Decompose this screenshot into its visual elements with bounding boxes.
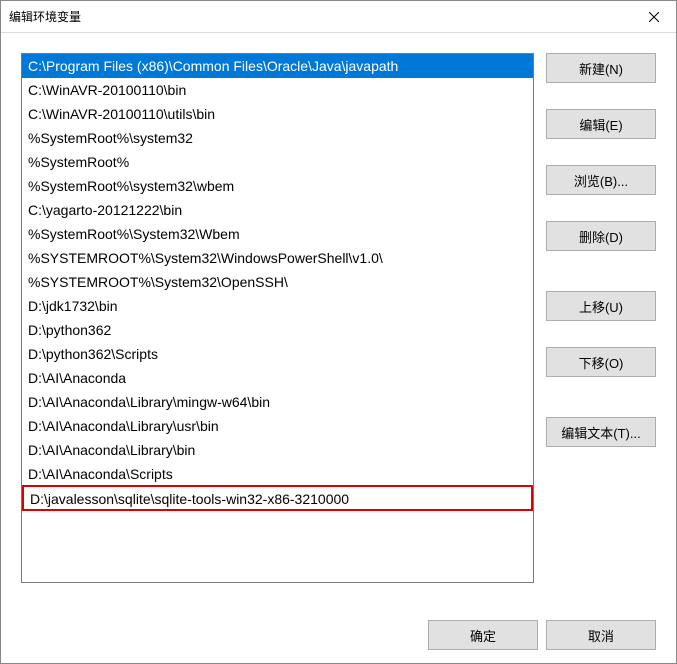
browse-button[interactable]: 浏览(B)... bbox=[546, 165, 656, 195]
close-button[interactable] bbox=[631, 1, 676, 32]
dialog-window: 编辑环境变量 C:\Program Files (x86)\Common Fil… bbox=[0, 0, 677, 664]
ok-button[interactable]: 确定 bbox=[428, 620, 538, 650]
list-item[interactable]: D:\javalesson\sqlite\sqlite-tools-win32-… bbox=[22, 485, 533, 511]
list-item[interactable]: C:\yagarto-20121222\bin bbox=[22, 198, 533, 222]
list-item[interactable]: D:\AI\Anaconda\Scripts bbox=[22, 462, 533, 486]
list-item[interactable]: D:\python362 bbox=[22, 318, 533, 342]
list-item[interactable]: D:\AI\Anaconda\Library\bin bbox=[22, 438, 533, 462]
list-item[interactable]: %SystemRoot%\system32\wbem bbox=[22, 174, 533, 198]
list-item[interactable]: C:\WinAVR-20100110\bin bbox=[22, 78, 533, 102]
dialog-content: C:\Program Files (x86)\Common Files\Orac… bbox=[1, 33, 676, 607]
list-item[interactable]: D:\AI\Anaconda\Library\usr\bin bbox=[22, 414, 533, 438]
list-item[interactable]: D:\AI\Anaconda\Library\mingw-w64\bin bbox=[22, 390, 533, 414]
list-item[interactable]: %SystemRoot% bbox=[22, 150, 533, 174]
list-item[interactable]: D:\AI\Anaconda bbox=[22, 366, 533, 390]
dialog-footer: 确定 取消 bbox=[1, 607, 676, 663]
dialog-title: 编辑环境变量 bbox=[9, 8, 81, 25]
list-item[interactable]: D:\python362\Scripts bbox=[22, 342, 533, 366]
new-button[interactable]: 新建(N) bbox=[546, 53, 656, 83]
delete-button[interactable]: 删除(D) bbox=[546, 221, 656, 251]
list-item[interactable]: D:\jdk1732\bin bbox=[22, 294, 533, 318]
list-item[interactable]: %SYSTEMROOT%\System32\WindowsPowerShell\… bbox=[22, 246, 533, 270]
close-icon bbox=[649, 12, 659, 22]
list-item[interactable]: C:\Program Files (x86)\Common Files\Orac… bbox=[22, 54, 533, 78]
edit-button[interactable]: 编辑(E) bbox=[546, 109, 656, 139]
move-up-button[interactable]: 上移(U) bbox=[546, 291, 656, 321]
list-item[interactable]: C:\WinAVR-20100110\utils\bin bbox=[22, 102, 533, 126]
list-item[interactable]: %SystemRoot%\system32 bbox=[22, 126, 533, 150]
button-sidebar: 新建(N) 编辑(E) 浏览(B)... 删除(D) 上移(U) 下移(O) 编… bbox=[546, 53, 656, 597]
edit-text-button[interactable]: 编辑文本(T)... bbox=[546, 417, 656, 447]
cancel-button[interactable]: 取消 bbox=[546, 620, 656, 650]
list-item[interactable]: %SYSTEMROOT%\System32\OpenSSH\ bbox=[22, 270, 533, 294]
list-item[interactable]: %SystemRoot%\System32\Wbem bbox=[22, 222, 533, 246]
path-listbox[interactable]: C:\Program Files (x86)\Common Files\Orac… bbox=[21, 53, 534, 583]
titlebar: 编辑环境变量 bbox=[1, 1, 676, 33]
move-down-button[interactable]: 下移(O) bbox=[546, 347, 656, 377]
